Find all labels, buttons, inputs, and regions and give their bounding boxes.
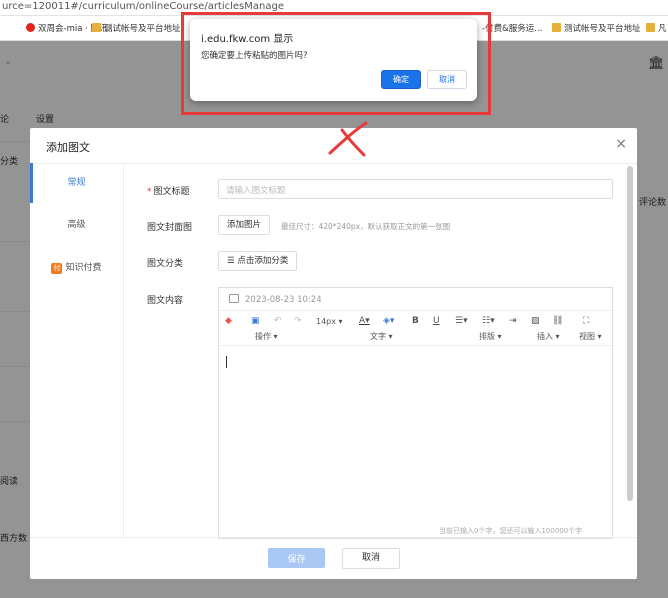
- highlight-annotation-box: [181, 12, 491, 115]
- rich-text-editor: 2023-08-23 10:24 ◆ ▣ ↶ ↷ 14px ▾ A▾ ◈▾ B …: [218, 287, 613, 539]
- bold-icon[interactable]: B: [412, 316, 419, 326]
- toolbar-group-text[interactable]: 文字 ▾: [370, 331, 393, 342]
- cover-label: 图文封面图: [147, 223, 193, 233]
- title-input[interactable]: 请输入图文标题: [218, 179, 613, 199]
- publish-date-picker[interactable]: 2023-08-23 10:24: [219, 288, 612, 311]
- image-icon[interactable]: ▨: [531, 316, 540, 326]
- format-icon[interactable]: ▣: [251, 316, 260, 326]
- title-label: * 图文标题: [147, 187, 190, 197]
- cancel-button[interactable]: 取消: [342, 548, 400, 569]
- save-button[interactable]: 保存: [268, 548, 325, 568]
- bookmark-item[interactable]: 测试帐号及平台地址: [552, 22, 641, 34]
- modal-title: 添加图文: [46, 141, 90, 154]
- editor-toolbar: ◆ ▣ ↶ ↷ 14px ▾ A▾ ◈▾ B U ☰▾ ☷▾ ⇥ ▨ ⛓ ⛶ 操…: [219, 311, 612, 346]
- folder-icon: [552, 23, 561, 32]
- tab-general[interactable]: 常规: [30, 163, 123, 203]
- bookmark-item[interactable]: 凡: [646, 22, 667, 34]
- underline-icon[interactable]: U: [433, 316, 440, 326]
- toolbar-group-layout[interactable]: 排版 ▾: [479, 331, 502, 342]
- font-size-select[interactable]: 14px ▾: [316, 317, 343, 326]
- redo-icon[interactable]: ↷: [294, 316, 302, 326]
- modal-scrollbar[interactable]: [627, 166, 633, 501]
- link-icon[interactable]: ⛓: [552, 316, 563, 326]
- word-count: 当前已输入0个字，您还可以输入100000个字: [439, 527, 583, 535]
- close-icon[interactable]: ×: [615, 136, 627, 152]
- cross-mark-icon: [328, 121, 368, 157]
- paid-badge-icon: 付: [51, 263, 63, 274]
- toolbar-group-view[interactable]: 视图 ▾: [579, 331, 602, 342]
- undo-icon[interactable]: ↶: [274, 316, 282, 326]
- toolbar-group-insert[interactable]: 插入 ▾: [537, 331, 560, 342]
- indent-icon[interactable]: ⇥: [509, 316, 517, 326]
- eraser-icon[interactable]: ◆: [225, 316, 232, 326]
- text-cursor: [226, 356, 227, 368]
- tab-paid-knowledge[interactable]: 付知识付费: [30, 258, 123, 278]
- font-color-icon[interactable]: A▾: [359, 316, 370, 326]
- tencent-icon: [26, 23, 35, 32]
- editor-content-area[interactable]: [219, 346, 612, 521]
- highlight-icon[interactable]: ◈▾: [383, 316, 394, 326]
- add-category-button[interactable]: ☰ 点击添加分类: [218, 251, 298, 271]
- folder-icon: [646, 23, 655, 32]
- modal-footer: 保存 取消: [30, 537, 637, 580]
- fullscreen-icon[interactable]: ⛶: [583, 316, 589, 326]
- add-image-button[interactable]: 添加图片: [218, 215, 271, 235]
- category-label: 图文分类: [147, 259, 184, 269]
- bookmark-item[interactable]: 测试帐号及平台地址: [92, 22, 181, 34]
- toolbar-group-operation[interactable]: 操作 ▾: [255, 331, 278, 342]
- tab-advanced[interactable]: 高级: [30, 215, 123, 235]
- url-text: urce=120011#/curriculum/onlineCourse/art…: [2, 1, 284, 12]
- add-article-modal: 添加图文 × 常规 高级 付知识付费 * 图文标题 请输入图文标题 图文封面图 添…: [30, 128, 637, 579]
- content-label: 图文内容: [147, 296, 184, 306]
- list-icon[interactable]: ☷▾: [482, 316, 495, 326]
- align-icon[interactable]: ☰▾: [455, 316, 468, 326]
- calendar-icon: [229, 294, 239, 303]
- modal-sidebar: 常规 高级 付知识付费: [30, 163, 124, 537]
- folder-icon: [92, 23, 101, 32]
- bookmark-item[interactable]: -付费&服务运...: [482, 22, 542, 34]
- cover-hint: 最佳尺寸：420*240px，默认获取正文的第一张图: [281, 222, 451, 231]
